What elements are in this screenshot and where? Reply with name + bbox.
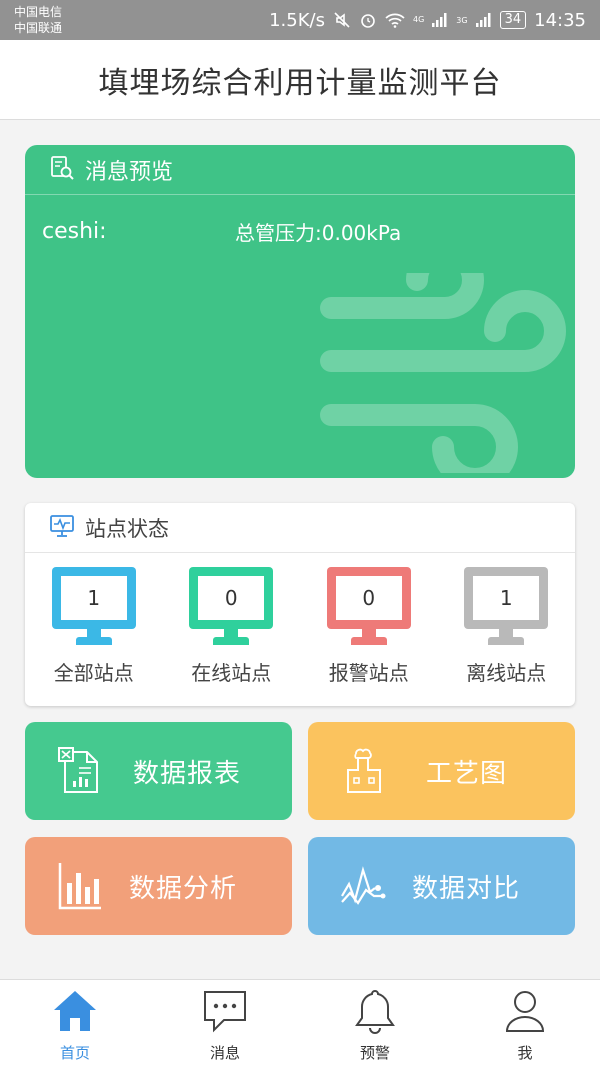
wind-decoration-icon [315, 241, 575, 478]
app-header: 填埋场综合利用计量监测平台 [0, 40, 600, 120]
data-report-tile[interactable]: 数据报表 [25, 722, 292, 820]
home-icon [52, 988, 98, 1038]
tab-label: 预警 [359, 1044, 390, 1062]
alarm-icon [359, 11, 377, 29]
message-preview-card[interactable]: 消息预览 ceshi: 总管压力:0.00kPa [25, 145, 575, 478]
station-count: 1 [473, 576, 540, 620]
monitor-icon: 1 [51, 567, 136, 629]
carrier-1: 中国电信 [14, 5, 63, 19]
station-count: 1 [60, 576, 127, 620]
tab-label: 首页 [59, 1044, 90, 1062]
station-counters: 1 全部站点 0 在线站点 0 报警站点 1 离线站点 [25, 567, 575, 686]
tab-label: 消息 [209, 1044, 240, 1062]
network-type-label: 4G [412, 15, 425, 24]
carrier-info: 中国电信 中国联通 [14, 4, 62, 36]
station-count: 0 [198, 576, 265, 620]
station-count: 0 [335, 576, 402, 620]
user-icon [502, 988, 548, 1038]
tab-label: 我 [517, 1044, 533, 1062]
net-speed: 1.5K/s [269, 9, 325, 31]
wifi-icon [385, 12, 405, 28]
tab-profile[interactable]: 我 [450, 980, 600, 1067]
pressure-reading: 总管压力:0.00kPa [235, 221, 402, 245]
bar-chart-icon [57, 861, 103, 911]
tile-label: 数据报表 [133, 758, 242, 789]
carrier-2: 中国联通 [14, 21, 63, 35]
monitor-icon: 0 [189, 567, 274, 629]
message-preview-header: 消息预览 [25, 145, 575, 195]
factory-icon [344, 746, 384, 796]
mute-icon [333, 11, 351, 29]
signal-3g-icon: 3G [456, 16, 467, 25]
network-type-label-2: 3G [456, 15, 468, 25]
tile-label: 数据分析 [129, 873, 238, 904]
signal-4g-icon: 4G [413, 16, 424, 24]
alarm-stations-counter[interactable]: 0 报警站点 [300, 567, 438, 686]
monitor-icon: 0 [326, 567, 411, 629]
message-preview-title: 消息预览 [85, 159, 174, 185]
chat-bubble-icon [202, 988, 248, 1038]
data-compare-tile[interactable]: 数据对比 [308, 837, 575, 935]
station-label: 报警站点 [328, 661, 409, 685]
tile-label: 数据对比 [412, 873, 521, 904]
online-stations-counter[interactable]: 0 在线站点 [163, 567, 301, 686]
monitor-pulse-icon [49, 514, 75, 542]
station-label: 全部站点 [53, 661, 134, 685]
status-indicators: 1.5K/s 4G 3G 34 14:35 [269, 0, 586, 40]
all-stations-counter[interactable]: 1 全部站点 [25, 567, 163, 686]
tab-warnings[interactable]: 预警 [300, 980, 450, 1067]
tab-messages[interactable]: 消息 [150, 980, 300, 1067]
station-label: 在线站点 [191, 661, 272, 685]
station-status-panel: 站点状态 1 全部站点 0 在线站点 0 报警站点 1 离线站点 [25, 503, 575, 706]
station-status-header: 站点状态 [25, 503, 575, 553]
document-search-icon [49, 155, 75, 185]
station-label: 离线站点 [466, 661, 547, 685]
station-status-title: 站点状态 [85, 516, 169, 541]
signal-bars-2-icon [475, 13, 492, 27]
clock: 14:35 [534, 9, 586, 31]
process-diagram-tile[interactable]: 工艺图 [308, 722, 575, 820]
bell-icon [352, 988, 398, 1038]
tile-label: 工艺图 [426, 758, 508, 789]
monitor-icon: 1 [464, 567, 549, 629]
data-analysis-tile[interactable]: 数据分析 [25, 837, 292, 935]
tab-home[interactable]: 首页 [0, 980, 150, 1067]
page-title: 填埋场综合利用计量监测平台 [98, 65, 502, 101]
station-name: ceshi: [42, 219, 107, 244]
offline-stations-counter[interactable]: 1 离线站点 [438, 567, 576, 686]
bottom-tab-bar: 首页 消息 预警 我 [0, 979, 600, 1067]
battery-indicator: 34 [499, 11, 527, 29]
signal-bars-icon [432, 13, 448, 27]
spreadsheet-report-icon [57, 746, 103, 796]
status-bar: 中国电信 中国联通 1.5K/s 4G 3G 34 14:35 [0, 0, 600, 40]
line-compare-icon [340, 866, 386, 906]
